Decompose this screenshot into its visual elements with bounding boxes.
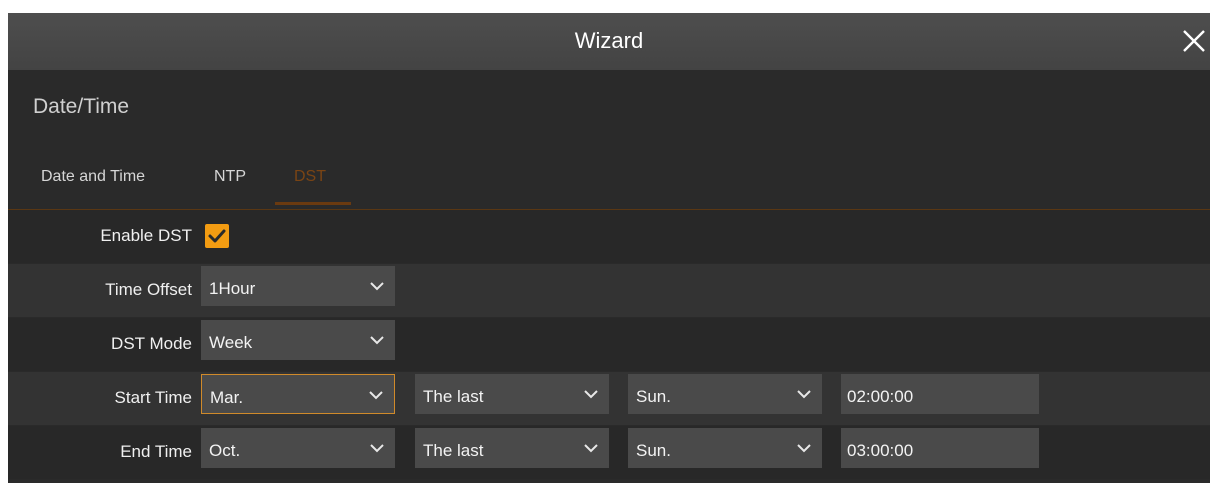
chevron-down-icon: [797, 444, 811, 453]
end-time-value: 03:00:00: [847, 441, 914, 460]
enable-dst-row: Enable DST: [8, 210, 1210, 263]
time-offset-value: 1Hour: [209, 279, 256, 298]
chevron-down-icon: [369, 391, 383, 400]
chevron-down-icon: [370, 282, 384, 291]
end-month-select[interactable]: Oct.: [201, 428, 395, 468]
start-time-value: 02:00:00: [847, 387, 914, 406]
dst-mode-label: DST Mode: [111, 334, 192, 353]
chevron-down-icon: [797, 390, 811, 399]
end-week-select[interactable]: The last: [415, 428, 609, 468]
chevron-down-icon: [584, 390, 598, 399]
time-offset-row: Time Offset 1Hour: [8, 264, 1210, 317]
start-time-label: Start Time: [114, 388, 192, 407]
start-week-value: The last: [423, 387, 484, 406]
enable-dst-checkbox[interactable]: [205, 224, 229, 248]
start-time-input[interactable]: 02:00:00: [841, 374, 1039, 414]
close-icon[interactable]: [1178, 25, 1210, 57]
dst-mode-value: Week: [209, 333, 253, 352]
time-offset-select[interactable]: 1Hour: [201, 266, 395, 306]
end-month-value: Oct.: [209, 441, 241, 460]
wizard-window: Wizard Date/Time Date and Time NTP DST E…: [8, 13, 1210, 483]
end-time-label: End Time: [120, 442, 192, 461]
end-week-value: The last: [423, 441, 484, 460]
start-day-select[interactable]: Sun.: [628, 374, 822, 414]
end-day-value: Sun.: [636, 441, 671, 460]
tab-ntp[interactable]: NTP: [214, 168, 246, 186]
tab-dst[interactable]: DST: [294, 168, 326, 186]
chevron-down-icon: [370, 336, 384, 345]
section-title: Date/Time: [33, 95, 130, 118]
enable-dst-label: Enable DST: [100, 226, 192, 245]
start-month-value: Mar.: [210, 388, 244, 407]
title-bar: Wizard: [8, 13, 1210, 70]
dst-mode-row: DST Mode Week: [8, 318, 1210, 371]
time-offset-label: Time Offset: [105, 280, 192, 299]
checkmark-icon: [208, 229, 226, 243]
active-tab-indicator: [275, 202, 351, 205]
start-time-row: Start Time Mar. The last Sun. 02:00:00: [8, 372, 1210, 425]
start-week-select[interactable]: The last: [415, 374, 609, 414]
dst-mode-select[interactable]: Week: [201, 320, 395, 360]
chevron-down-icon: [370, 444, 384, 453]
end-day-select[interactable]: Sun.: [628, 428, 822, 468]
chevron-down-icon: [584, 444, 598, 453]
end-time-input[interactable]: 03:00:00: [841, 428, 1039, 468]
end-time-row: End Time Oct. The last Sun. 03:00:00: [8, 426, 1210, 479]
window-title: Wizard: [574, 28, 644, 53]
tab-bar: Date and Time NTP DST: [8, 163, 1210, 205]
start-month-select[interactable]: Mar.: [201, 374, 395, 414]
tab-date-and-time[interactable]: Date and Time: [41, 168, 145, 186]
start-day-value: Sun.: [636, 387, 671, 406]
